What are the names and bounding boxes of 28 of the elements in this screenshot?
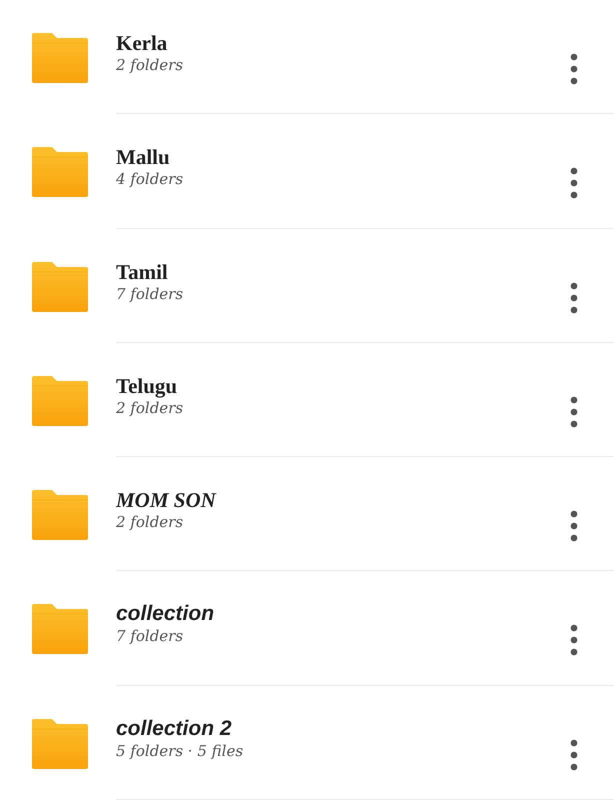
more-options-icon[interactable] <box>570 167 578 200</box>
folder-icon <box>32 262 88 312</box>
folder-name[interactable]: collection 2 <box>116 716 232 741</box>
folder-name[interactable]: collection <box>116 602 214 626</box>
folder-name[interactable]: Mallu <box>116 145 170 170</box>
folder-details: 7 folders <box>116 284 184 304</box>
folder-details: 4 folders <box>116 169 184 190</box>
more-options-icon[interactable] <box>570 738 578 771</box>
folder-icon <box>32 147 88 198</box>
more-options-icon[interactable] <box>570 510 578 542</box>
folder-name[interactable]: Telugu <box>116 374 178 398</box>
folder-icon <box>32 604 88 654</box>
folder-details: 2 folders <box>116 512 184 532</box>
folder-icon <box>32 490 88 540</box>
folder-name[interactable]: MOM SON <box>116 488 216 512</box>
folder-icon <box>32 718 88 769</box>
more-options-icon[interactable] <box>570 624 578 656</box>
folder-icon <box>32 376 88 426</box>
folder-name[interactable]: Tamil <box>116 260 168 284</box>
folder-details: 2 folders <box>116 55 184 75</box>
more-options-icon[interactable] <box>570 53 578 85</box>
more-options-icon[interactable] <box>570 396 578 428</box>
folder-name[interactable]: Kerla <box>116 31 168 55</box>
folder-icon <box>32 33 88 83</box>
more-options-icon[interactable] <box>570 282 578 314</box>
folder-details: 7 folders <box>116 626 184 646</box>
folder-details: 2 folders <box>116 398 184 418</box>
folder-details: 5 folders · 5 files <box>116 740 244 761</box>
